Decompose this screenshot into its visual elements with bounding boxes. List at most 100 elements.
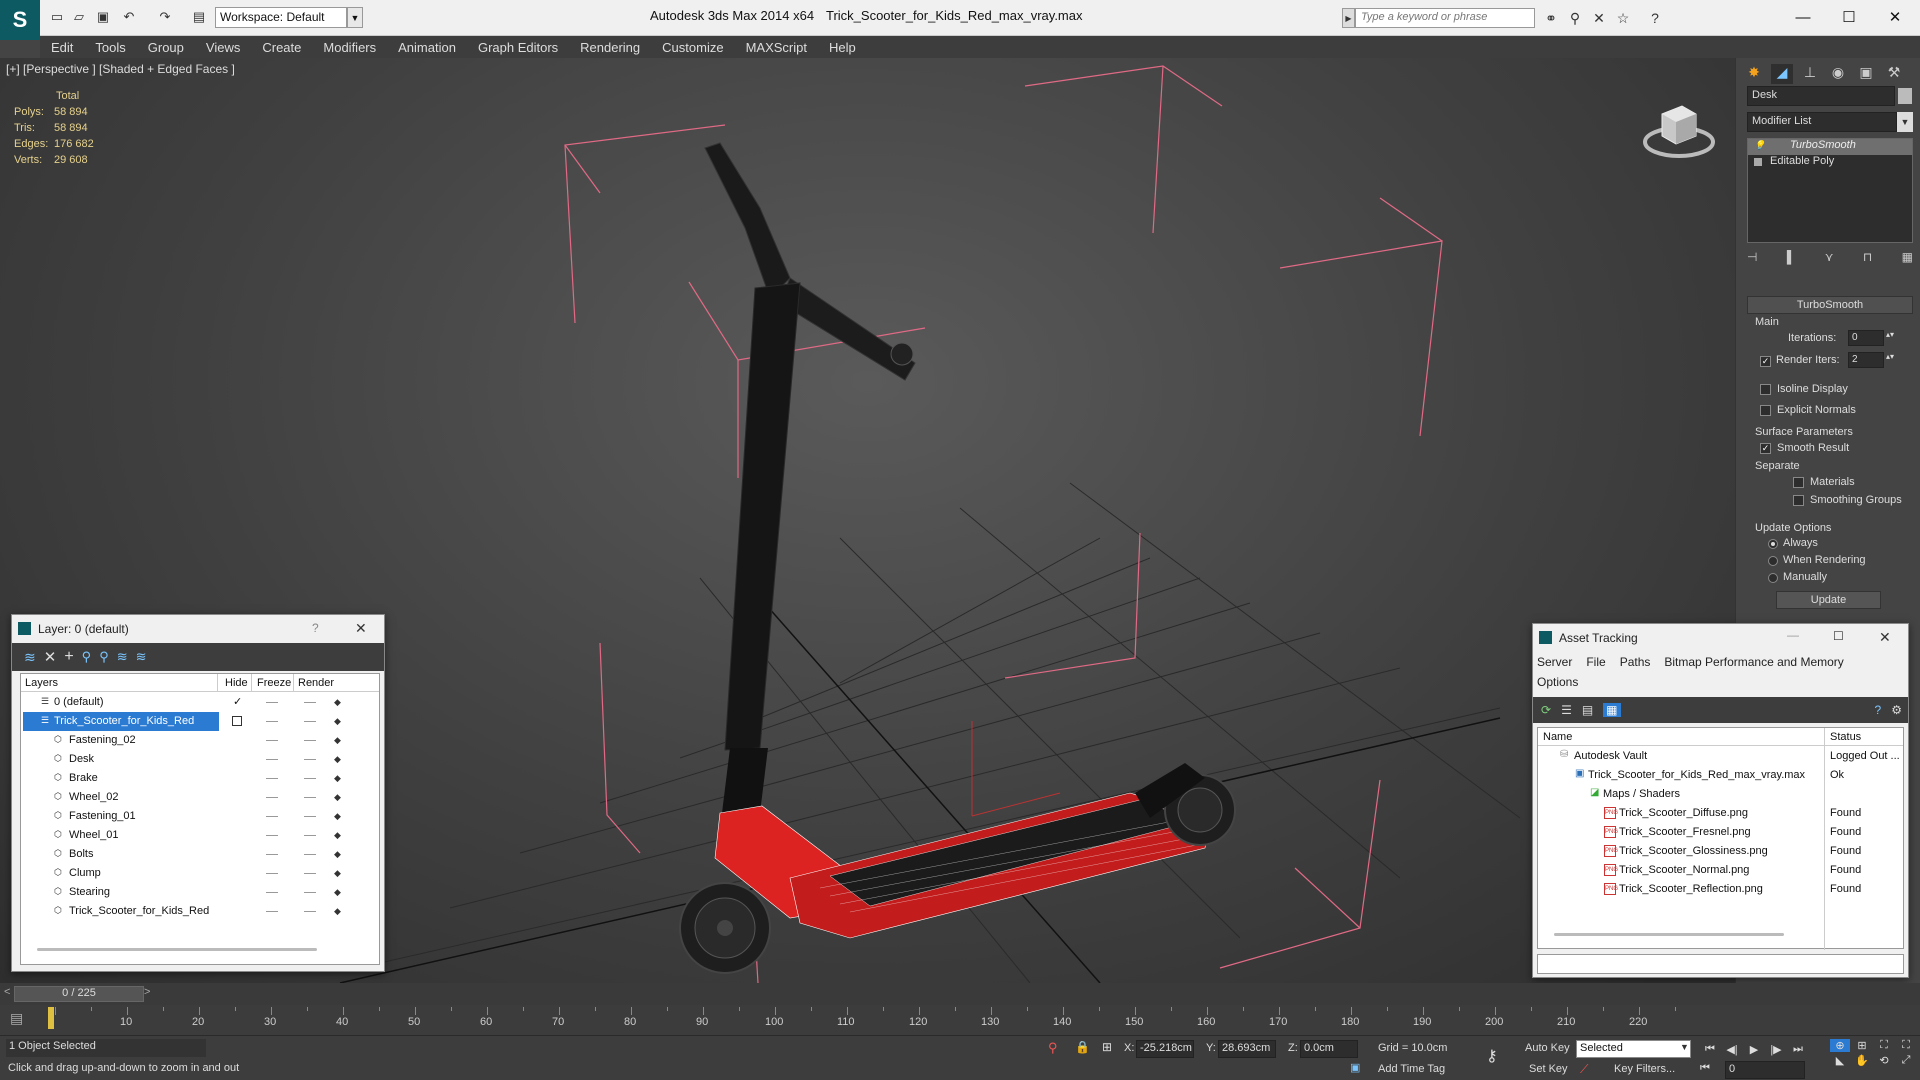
stack-item-editable-poly[interactable]: Editable Poly bbox=[1748, 155, 1912, 171]
undo-icon[interactable]: ↶ bbox=[120, 8, 138, 26]
zoom-extents-icon[interactable]: ⛶ bbox=[1874, 1039, 1894, 1052]
field-of-view-icon[interactable]: ◣ bbox=[1830, 1054, 1850, 1067]
curve-editor-icon[interactable]: ▤ bbox=[10, 1010, 23, 1027]
menu-create[interactable]: Create bbox=[251, 40, 312, 55]
object-name[interactable]: Clump bbox=[69, 867, 101, 879]
explicit-normals-checkbox[interactable] bbox=[1760, 405, 1771, 416]
x-coordinate-field[interactable]: -25.218cm bbox=[1136, 1040, 1194, 1058]
default-in-out-tangents-icon[interactable]: ⟋ bbox=[1580, 1062, 1588, 1077]
track-bar[interactable]: ▤ 10 20 30 40 50 60 70 80 90 100 110 120… bbox=[0, 1005, 1920, 1035]
hide-all-icon[interactable]: ≋ bbox=[117, 649, 128, 665]
subscription-icon[interactable]: ⚲ bbox=[1566, 9, 1584, 27]
object-name[interactable]: Desk bbox=[69, 753, 94, 765]
menu-customize[interactable]: Customize bbox=[651, 40, 734, 55]
object-name[interactable]: Brake bbox=[69, 772, 98, 784]
col-render[interactable]: Render bbox=[298, 677, 334, 689]
stack-item-turbosmooth[interactable]: 💡 TurboSmooth bbox=[1748, 139, 1912, 155]
turbosmooth-rollout-header[interactable]: TurboSmooth bbox=[1747, 296, 1913, 314]
layer-row[interactable]: ☰ Trick_Scooter_for_Kids_Red ◆ bbox=[21, 712, 379, 731]
orbit-icon[interactable]: ⟲ bbox=[1874, 1054, 1894, 1067]
asset-row[interactable]: PNG Trick_Scooter_Normal.png Found bbox=[1538, 861, 1903, 880]
object-row[interactable]: ⬡ Desk ◆ bbox=[21, 750, 379, 769]
layer-dialog-titlebar[interactable]: Layer: 0 (default) ? ✕ bbox=[12, 615, 384, 643]
object-row[interactable]: ⬡ Fastening_01 ◆ bbox=[21, 807, 379, 826]
object-name[interactable]: Wheel_02 bbox=[69, 791, 119, 803]
teapot-icon[interactable]: ◆ bbox=[334, 735, 344, 745]
render-iters-checkbox[interactable]: ✓ bbox=[1760, 356, 1771, 367]
teapot-icon[interactable]: ◆ bbox=[334, 906, 344, 916]
teapot-icon[interactable]: ◆ bbox=[334, 830, 344, 840]
teapot-icon[interactable]: ◆ bbox=[334, 811, 344, 821]
col-hide[interactable]: Hide bbox=[225, 677, 248, 689]
add-to-layer-icon[interactable]: + bbox=[64, 648, 73, 666]
object-row[interactable]: ⬡ Wheel_01 ◆ bbox=[21, 826, 379, 845]
display-tab-icon[interactable]: ▣ bbox=[1855, 64, 1877, 84]
object-row[interactable]: ⬡ Stearing ◆ bbox=[21, 883, 379, 902]
close-icon[interactable]: ✕ bbox=[1872, 4, 1918, 30]
menu-edit[interactable]: Edit bbox=[40, 40, 84, 55]
menu-tools[interactable]: Tools bbox=[84, 40, 136, 55]
manually-radio[interactable] bbox=[1768, 573, 1778, 583]
asset-row[interactable]: ▣ Trick_Scooter_for_Kids_Red_max_vray.max… bbox=[1538, 766, 1903, 785]
motion-tab-icon[interactable]: ◉ bbox=[1827, 64, 1849, 84]
object-row[interactable]: ⬡ Trick_Scooter_for_Kids_Red ◆ bbox=[21, 902, 379, 921]
viewport-label[interactable]: [+] [Perspective ] [Shaded + Edged Faces… bbox=[6, 62, 235, 76]
go-to-start-icon[interactable]: ⏮ bbox=[1700, 1040, 1720, 1058]
communication-icon[interactable]: ✕ bbox=[1590, 9, 1608, 27]
help-icon[interactable]: ? bbox=[1646, 9, 1664, 27]
save-icon[interactable]: ▣ bbox=[94, 8, 112, 26]
spinner-arrows-icon[interactable]: ▴▾ bbox=[1886, 330, 1894, 339]
asset-menu-file[interactable]: File bbox=[1586, 655, 1605, 669]
render-iters-spinner[interactable]: 2 bbox=[1848, 352, 1884, 368]
when-rendering-radio[interactable] bbox=[1768, 556, 1778, 566]
utilities-tab-icon[interactable]: ⚒ bbox=[1883, 64, 1905, 84]
binoculars-icon[interactable]: ⚭ bbox=[1542, 9, 1560, 27]
object-name[interactable]: Bolts bbox=[69, 848, 93, 860]
close-icon[interactable]: ✕ bbox=[1879, 629, 1891, 646]
active-layer-check-icon[interactable]: ✓ bbox=[233, 695, 242, 708]
asset-row[interactable]: ◪ Maps / Shaders bbox=[1538, 785, 1903, 804]
play-icon[interactable]: ▶ bbox=[1744, 1040, 1764, 1058]
asset-row[interactable]: PNG Trick_Scooter_Fresnel.png Found bbox=[1538, 823, 1903, 842]
object-row[interactable]: ⬡ Wheel_02 ◆ bbox=[21, 788, 379, 807]
object-name[interactable]: Fastening_01 bbox=[69, 810, 136, 822]
chevron-down-icon[interactable]: ▼ bbox=[1897, 112, 1913, 132]
menu-rendering[interactable]: Rendering bbox=[569, 40, 651, 55]
asset-path-field[interactable] bbox=[1537, 954, 1904, 974]
remove-modifier-icon[interactable]: ⊓ bbox=[1863, 250, 1872, 268]
menu-graph-editors[interactable]: Graph Editors bbox=[467, 40, 569, 55]
teapot-icon[interactable]: ◆ bbox=[334, 697, 344, 707]
close-icon[interactable]: ✕ bbox=[355, 620, 367, 637]
horizontal-scrollbar[interactable] bbox=[37, 948, 317, 951]
isolate-selection-icon[interactable]: ⚲ bbox=[1048, 1040, 1058, 1056]
pin-stack-icon[interactable]: ⊣ bbox=[1747, 250, 1757, 268]
object-name[interactable]: Stearing bbox=[69, 886, 110, 898]
y-coordinate-field[interactable]: 28.693cm bbox=[1218, 1040, 1276, 1058]
show-end-result-icon[interactable]: ▌ bbox=[1787, 250, 1796, 268]
layer-name[interactable]: 0 (default) bbox=[54, 696, 104, 708]
previous-frame-icon[interactable]: ◀| bbox=[1722, 1040, 1742, 1058]
layer-row[interactable]: ☰ 0 (default) ✓ ◆ bbox=[21, 693, 379, 712]
detail-view-icon[interactable]: ▤ bbox=[1582, 703, 1593, 717]
highlight-layer-icon[interactable]: ⚲ bbox=[99, 649, 109, 665]
layer-name[interactable]: Trick_Scooter_for_Kids_Red bbox=[54, 715, 194, 727]
iterations-spinner[interactable]: 0 bbox=[1848, 330, 1884, 346]
absolute-mode-icon[interactable]: ⊞ bbox=[1102, 1040, 1112, 1054]
minimize-icon[interactable]: — bbox=[1787, 628, 1799, 642]
open-file-icon[interactable]: ▱ bbox=[70, 8, 88, 26]
col-name[interactable]: Name bbox=[1543, 731, 1572, 743]
horizontal-scrollbar[interactable] bbox=[1554, 933, 1784, 936]
menu-maxscript[interactable]: MAXScript bbox=[735, 40, 818, 55]
object-color-swatch[interactable] bbox=[1898, 88, 1912, 104]
select-objects-icon[interactable]: ⚲ bbox=[82, 649, 92, 665]
materials-checkbox[interactable] bbox=[1793, 477, 1804, 488]
search-input[interactable]: Type a keyword or phrase bbox=[1355, 8, 1535, 28]
smoothing-groups-checkbox[interactable] bbox=[1793, 495, 1804, 506]
time-slider[interactable]: < 0 / 225 > bbox=[0, 983, 1920, 1005]
asset-menu-bitmap[interactable]: Bitmap Performance and Memory bbox=[1664, 655, 1843, 669]
create-layer-icon[interactable]: ≋ bbox=[24, 649, 36, 666]
menu-help[interactable]: Help bbox=[818, 40, 867, 55]
col-freeze[interactable]: Freeze bbox=[257, 677, 291, 689]
delete-layer-icon[interactable]: ✕ bbox=[44, 648, 57, 666]
teapot-icon[interactable]: ◆ bbox=[334, 792, 344, 802]
